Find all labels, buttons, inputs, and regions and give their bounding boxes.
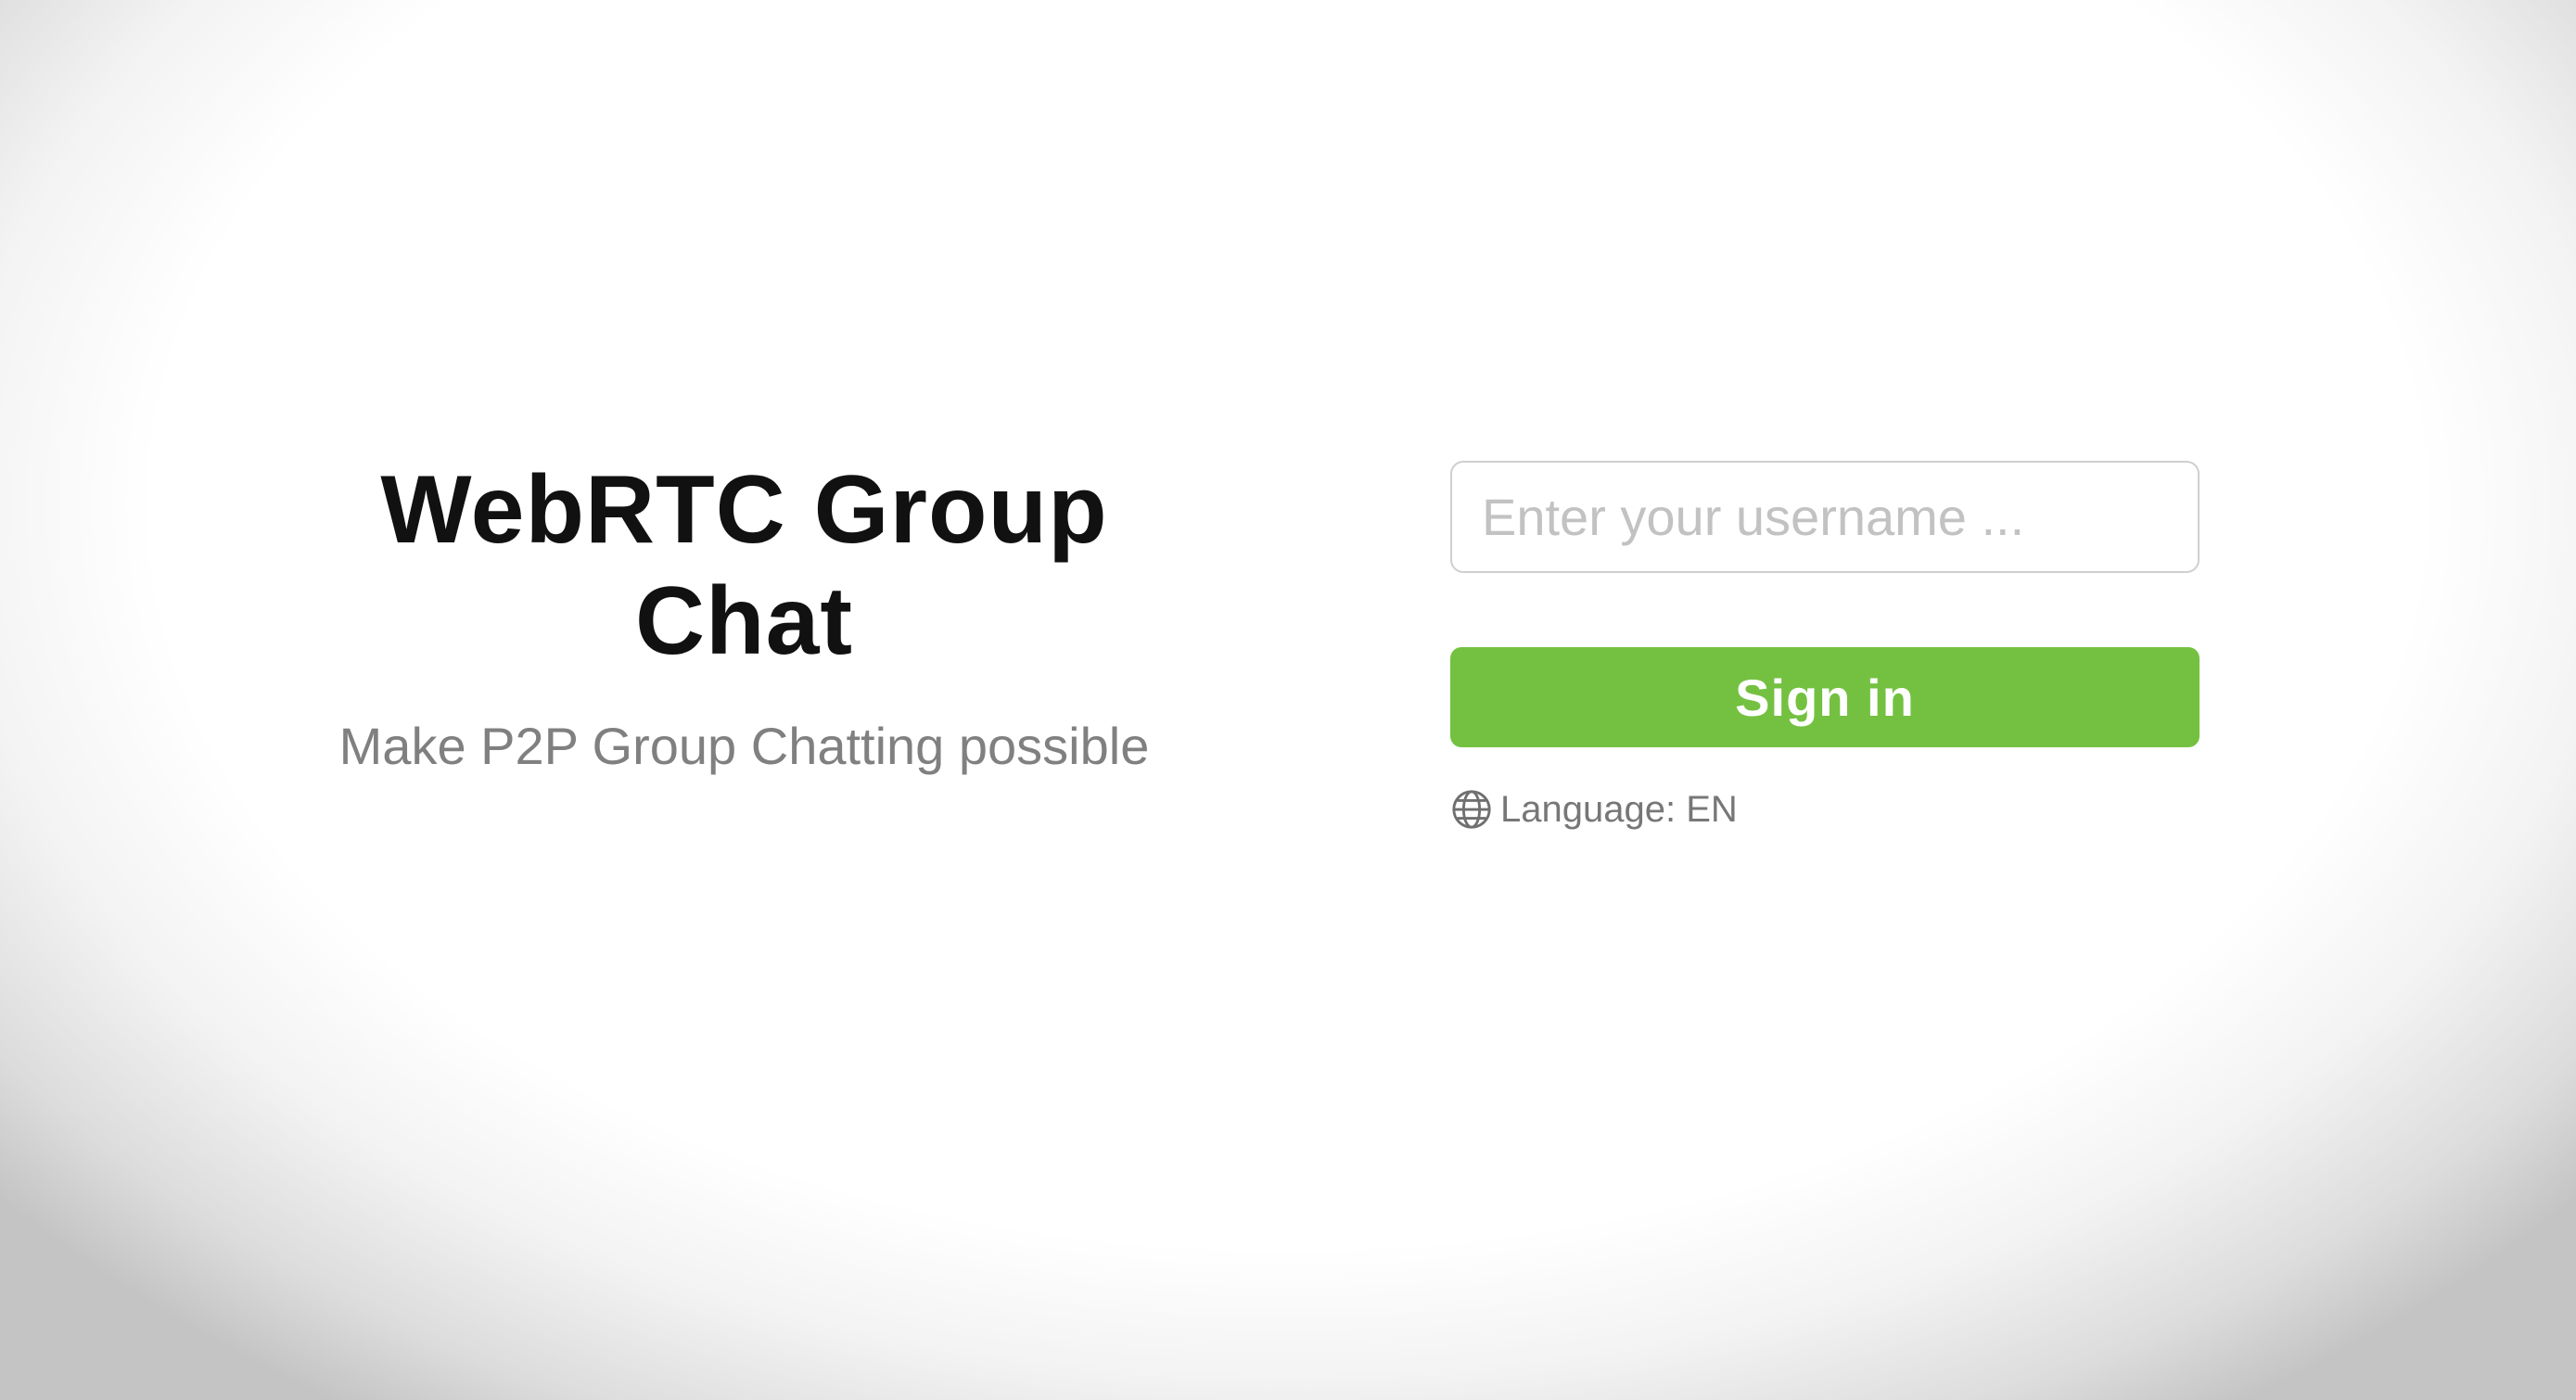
brand-section: WebRTC Group Chat Make P2P Group Chattin… (269, 454, 1219, 779)
username-input[interactable] (1450, 461, 2200, 573)
login-page: WebRTC Group Chat Make P2P Group Chattin… (0, 0, 2576, 1400)
login-form: Sign in Language: EN (1450, 461, 2200, 831)
language-selector[interactable]: Language: EN (1450, 788, 2200, 831)
app-subtitle: Make P2P Group Chatting possible (338, 717, 1150, 775)
sign-in-button[interactable]: Sign in (1450, 647, 2200, 747)
language-label: Language: EN (1500, 789, 1738, 830)
globe-icon (1450, 788, 1493, 831)
app-title: WebRTC Group Chat (380, 456, 1108, 675)
